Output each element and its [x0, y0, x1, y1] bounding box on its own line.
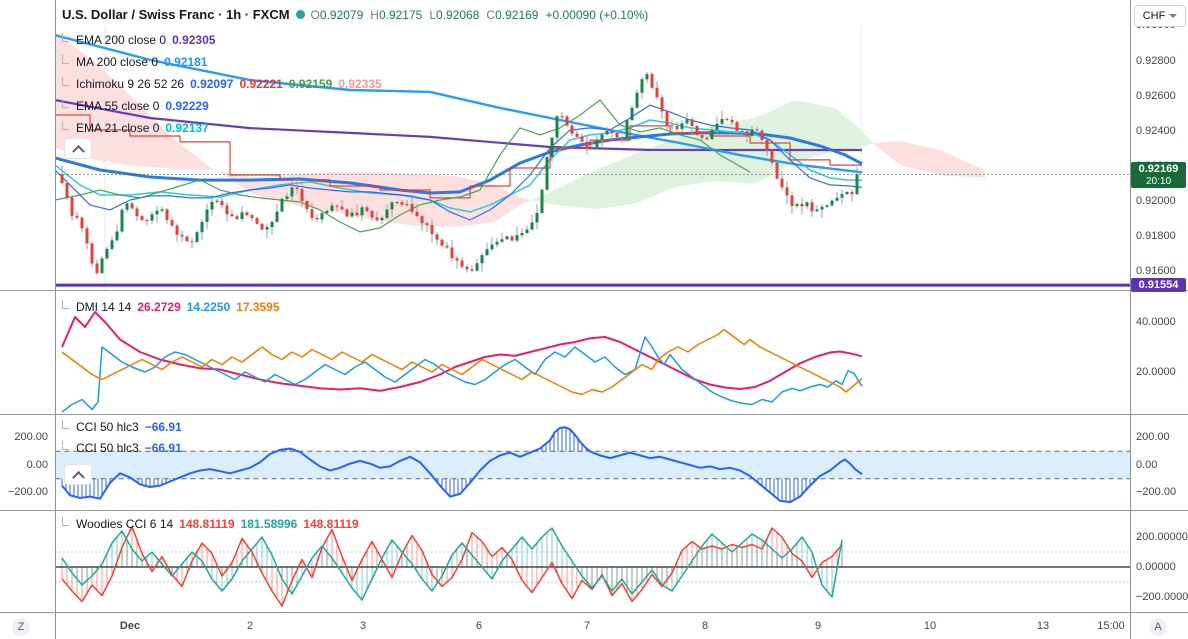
legend-row-2[interactable]: Ichimoku 9 26 52 26 0.92097 0.92221 0.92159…	[62, 76, 382, 91]
current-price-badge: 0.92169 20:10	[1131, 162, 1186, 188]
indicator-value: 181.58996	[240, 517, 298, 531]
ohlc-l: L0.92068	[429, 7, 480, 22]
legend-hook	[62, 120, 69, 130]
currency-label: CHF	[1142, 10, 1166, 22]
cci-left-tick: 0.00	[26, 459, 48, 471]
indicator-title: CCI 50 hlc3	[76, 441, 139, 455]
woodies-tick: 0.00000	[1136, 561, 1176, 573]
price-tick: 0.92400	[1136, 125, 1176, 137]
timezone-button[interactable]: Z	[12, 618, 30, 636]
cci-tick: −200.00	[1136, 486, 1177, 498]
indicator-title: EMA 21 close 0	[76, 121, 160, 135]
legend-hook	[62, 76, 69, 86]
time-tick: 13	[1036, 620, 1050, 632]
time-tick: 3	[359, 620, 367, 632]
dmi-legend[interactable]: DMI 14 14 26.2729 14.2250 17.3595	[62, 299, 280, 314]
dmi-tick: 40.0000	[1136, 316, 1176, 328]
cci-tick: 0.00	[1136, 459, 1158, 471]
price-tick: 0.92800	[1136, 55, 1176, 67]
time-tick: 6	[475, 620, 483, 632]
indicator-title: EMA 200 close 0	[76, 33, 167, 47]
chart-canvas[interactable]	[0, 0, 1188, 639]
indicator-value: 0.92097	[190, 77, 234, 91]
indicator-value: 0.92335	[338, 77, 382, 91]
price-tick: 0.91600	[1136, 265, 1176, 277]
collapse-cci-pane-button[interactable]	[64, 464, 92, 485]
market-status-dot	[295, 10, 305, 19]
woodies-legend[interactable]: Woodies CCI 6 14 148.81119 181.58996 148.81…	[62, 516, 359, 531]
ohlc-c: C0.92169	[486, 7, 539, 22]
indicator-title: Ichimoku 9 26 52 26	[76, 77, 185, 91]
auto-scale-button[interactable]: A	[1149, 618, 1167, 636]
legend-row-3[interactable]: EMA 55 close 0 0.92229	[62, 98, 209, 113]
chevron-down-icon	[1169, 14, 1178, 18]
indicator-value: 0.92159	[288, 77, 333, 91]
symbol-title: U.S. Dollar / Swiss Franc · 1h · FXCM	[62, 7, 290, 22]
chevron-up-icon	[71, 144, 85, 158]
cci-left-tick: 200.00	[14, 431, 48, 443]
legend-hook	[62, 299, 69, 309]
price-tick: 0.92600	[1136, 90, 1176, 102]
cci-legend-2[interactable]: CCI 50 hlc3 −66.91	[62, 440, 182, 455]
symbol-header[interactable]: U.S. Dollar / Swiss Franc · 1h · FXCM O0…	[62, 7, 648, 22]
indicator-value: 0.92137	[165, 121, 209, 135]
indicator-title: EMA 55 close 0	[76, 99, 160, 113]
time-tick: Dec	[119, 620, 141, 632]
legend-hook	[62, 419, 69, 429]
indicator-value: 148.81119	[179, 517, 235, 531]
ohlc-o: O0.92079	[310, 7, 364, 22]
indicator-value: 0.92221	[239, 77, 283, 91]
indicator-value: −66.91	[144, 441, 182, 455]
dmi-tick: 20.0000	[1136, 366, 1176, 378]
collapse-main-pane-button[interactable]	[64, 138, 92, 159]
time-tick: 7	[583, 620, 591, 632]
legend-row-1[interactable]: MA 200 close 0 0.92181	[62, 54, 208, 69]
indicator-value: 26.2729	[137, 300, 181, 314]
ohlc-values: O0.92079 H0.92175 L0.92068 C0.92169 +0.00090…	[311, 8, 649, 22]
time-tick: 15:00	[1097, 620, 1125, 632]
currency-selector[interactable]: CHF	[1134, 5, 1186, 27]
indicator-title: DMI 14 14	[76, 300, 132, 314]
cci-legend-1[interactable]: CCI 50 hlc3 −66.91	[62, 419, 182, 434]
indicator-value: 14.2250	[186, 300, 231, 314]
indicator-value: 0.92229	[165, 99, 209, 113]
legend-hook	[62, 516, 69, 526]
indicator-value: 0.92181	[164, 55, 208, 69]
legend-hook	[62, 98, 69, 108]
time-tick: 9	[814, 620, 822, 632]
time-tick: 8	[701, 620, 709, 632]
woodies-tick: −200.00000	[1136, 591, 1188, 603]
woodies-tick: 200.00000	[1136, 531, 1188, 543]
time-tick: 10	[923, 620, 937, 632]
bar-countdown: 20:10	[1145, 176, 1172, 187]
cci-left-tick: −200.00	[7, 486, 48, 498]
ohlc-h: H0.92175	[370, 7, 423, 22]
cci-tick: 200.00	[1136, 431, 1170, 443]
level-price-badge: 0.91554	[1131, 278, 1186, 292]
legend-row-0[interactable]: EMA 200 close 0 0.92305	[62, 32, 216, 47]
indicator-value: 17.3595	[236, 300, 280, 314]
chevron-up-icon	[71, 470, 85, 484]
indicator-title: MA 200 close 0	[76, 55, 159, 69]
legend-hook	[62, 54, 69, 64]
legend-hook	[62, 32, 69, 42]
price-tick: 0.91800	[1136, 230, 1176, 242]
legend-hook	[62, 440, 69, 450]
indicator-title: Woodies CCI 6 14	[76, 517, 174, 531]
current-price: 0.92169	[1138, 163, 1179, 175]
indicator-value: 148.81119	[303, 517, 359, 531]
trading-chart-window: { "header": { "title": "U.S. Dollar / Sw…	[0, 0, 1188, 639]
indicator-title: CCI 50 hlc3	[76, 420, 139, 434]
time-tick: 2	[246, 620, 254, 632]
legend-row-4[interactable]: EMA 21 close 0 0.92137	[62, 120, 209, 135]
price-tick: 0.92000	[1136, 195, 1176, 207]
indicator-value: −66.91	[144, 420, 182, 434]
price-change: +0.00090 (+0.10%)	[545, 7, 649, 22]
indicator-value: 0.92305	[172, 33, 216, 47]
